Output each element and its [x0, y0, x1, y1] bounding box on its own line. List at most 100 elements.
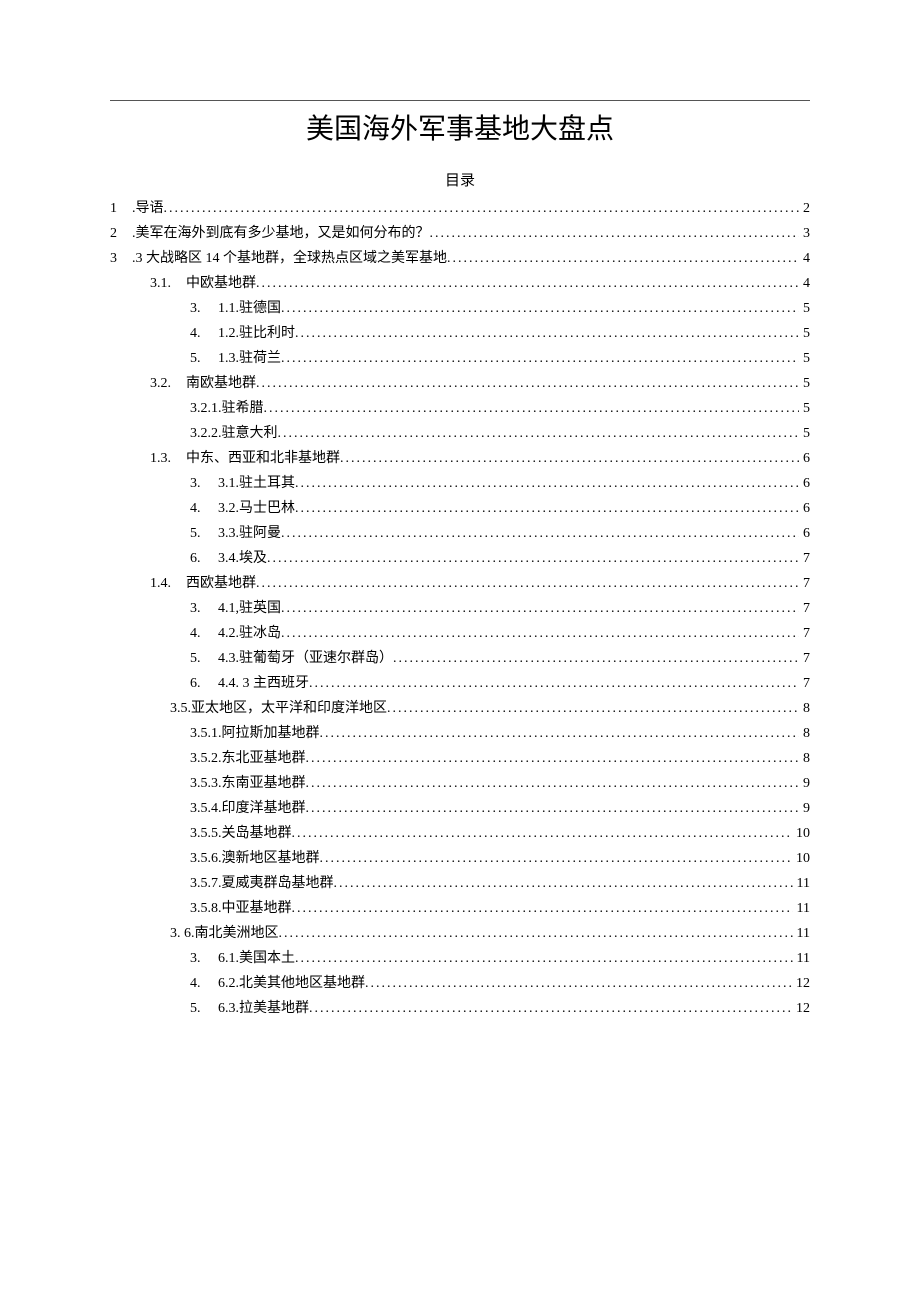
- toc-entry-text: 3.5.1.阿拉斯加基地群: [190, 726, 320, 741]
- toc-entry-number: 5.: [190, 352, 218, 366]
- toc-entry-page: 6: [799, 527, 810, 541]
- toc-leader-dots: [278, 427, 800, 441]
- toc-entry[interactable]: 1.导语2: [110, 196, 810, 221]
- toc-leader-dots: [292, 902, 793, 916]
- toc-entry-page: 11: [793, 877, 810, 891]
- toc-entry[interactable]: 3.3 大战略区 14 个基地群，全球热点区域之美军基地 4: [110, 246, 810, 271]
- top-rule: [110, 100, 810, 101]
- toc-entry[interactable]: 3.5.4.印度洋基地群9: [110, 796, 810, 821]
- toc-entry-text: 6.南北美洲地区: [181, 926, 279, 941]
- toc-entry[interactable]: 3.5.3.东南亚基地群9: [110, 771, 810, 796]
- document-page: 美国海外军事基地大盘点 目录 1.导语22.美军在海外到底有多少基地，又是如何分…: [0, 0, 920, 1101]
- document-title: 美国海外军事基地大盘点: [110, 107, 810, 147]
- toc-entry-page: 7: [799, 677, 810, 691]
- toc-leader-dots: [264, 402, 800, 416]
- toc-entry[interactable]: 5.6.3.拉美基地群12: [110, 996, 810, 1021]
- toc-entry-page: 8: [799, 752, 810, 766]
- toc-entry[interactable]: 3.5.6.澳新地区基地群10: [110, 846, 810, 871]
- toc-entry-text: 3.4.埃及: [218, 551, 267, 566]
- toc-entry[interactable]: 3.5.5.关岛基地群10: [110, 821, 810, 846]
- toc-entry-page: 12: [792, 977, 810, 991]
- toc-entry[interactable]: 4.3.2.马士巴林6: [110, 496, 810, 521]
- toc-entry-label: 3.2.2.驻意大利: [190, 427, 278, 441]
- toc-entry[interactable]: 3.5.2.东北亚基地群 8: [110, 746, 810, 771]
- toc-entry-page: 2: [799, 202, 810, 216]
- toc-entry[interactable]: 3.4.1,驻英国7: [110, 596, 810, 621]
- toc-entry[interactable]: 5.1.3.驻荷兰5: [110, 346, 810, 371]
- toc-leader-dots: [393, 652, 799, 666]
- toc-entry-number: 3: [110, 252, 132, 266]
- toc-entry[interactable]: 6.3.4.埃及7: [110, 546, 810, 571]
- toc-entry-label: 5.4.3.驻葡萄牙（亚速尔群岛）: [190, 652, 393, 666]
- toc-entry[interactable]: 2.美军在海外到底有多少基地，又是如何分布的？ 3: [110, 221, 810, 246]
- toc-entry-text: 6.2.北美其他地区基地群: [218, 976, 365, 991]
- toc-entry[interactable]: 3.2.南欧基地群 5: [110, 371, 810, 396]
- toc-entry-text: 中欧基地群: [186, 276, 256, 291]
- toc-leader-dots: [281, 352, 799, 366]
- toc-entry-page: 5: [799, 327, 810, 341]
- toc-entry-page: 5: [799, 427, 810, 441]
- toc-entry-number: 4.: [190, 327, 218, 341]
- toc-entry-text: 3.5.4.印度洋基地群: [190, 801, 306, 816]
- toc-entry[interactable]: 3.1.1.驻德国 5: [110, 296, 810, 321]
- toc-entry-number: 3.: [190, 952, 218, 966]
- toc-entry-label: 2.美军在海外到底有多少基地，又是如何分布的？: [110, 227, 430, 241]
- toc-entry[interactable]: 3. 6.南北美洲地区 11: [110, 921, 810, 946]
- toc-entry-label: 1.4.西欧基地群: [150, 577, 256, 591]
- toc-leader-dots: [281, 302, 799, 316]
- toc-entry-label: 3.5.4.印度洋基地群: [190, 802, 306, 816]
- toc-leader-dots: [447, 252, 799, 266]
- toc-entry[interactable]: 4.4.2.驻冰岛7: [110, 621, 810, 646]
- toc-entry-label: 1.3.中东、西亚和北非基地群: [150, 452, 340, 466]
- toc-entry[interactable]: 3.5.亚太地区，太平洋和印度洋地区 8: [110, 696, 810, 721]
- toc-leader-dots: [320, 852, 793, 866]
- toc-entry[interactable]: 4.6.2.北美其他地区基地群 12: [110, 971, 810, 996]
- toc-leader-dots: [430, 227, 800, 241]
- toc-entry-label: 3.6.1.美国本土: [190, 952, 295, 966]
- toc-entry-page: 5: [799, 302, 810, 316]
- toc-entry-number: 1.3.: [150, 452, 186, 466]
- toc-entry-text: 6.3.拉美基地群: [218, 1001, 309, 1016]
- toc-leader-dots: [306, 802, 800, 816]
- toc-entry-text: 4.2.驻冰岛: [218, 626, 281, 641]
- toc-entry-text: 3.5.2.东北亚基地群: [190, 751, 306, 766]
- toc-entry-page: 6: [799, 477, 810, 491]
- toc-entry-number: 6.: [190, 677, 218, 691]
- toc-entry[interactable]: 3.2.2.驻意大利 5: [110, 421, 810, 446]
- toc-entry-text: .美军在海外到底有多少基地，又是如何分布的？: [132, 226, 430, 241]
- toc-entry[interactable]: 3.5.8.中亚基地群11: [110, 896, 810, 921]
- toc-entry[interactable]: 3.3.1.驻土耳其 6: [110, 471, 810, 496]
- toc-entry[interactable]: 3.6.1.美国本土11: [110, 946, 810, 971]
- toc-entry-label: 3.3 大战略区 14 个基地群，全球热点区域之美军基地: [110, 252, 447, 266]
- toc-entry-text: 3.5.亚太地区，太平洋和印度洋地区: [170, 701, 387, 716]
- toc-entry[interactable]: 3.1.中欧基地群 4: [110, 271, 810, 296]
- toc-entry[interactable]: 4.1.2.驻比利时 5: [110, 321, 810, 346]
- toc-entry-label: 3.3.1.驻土耳其: [190, 477, 295, 491]
- toc-entry-label: 5.1.3.驻荷兰: [190, 352, 281, 366]
- toc-entry-text: 1.1.驻德国: [218, 301, 281, 316]
- toc-entry-text: 3.5.5.关岛基地群: [190, 826, 292, 841]
- toc-entry-text: 3.5.6.澳新地区基地群: [190, 851, 320, 866]
- toc-entry[interactable]: 5.3.3.驻阿曼6: [110, 521, 810, 546]
- toc-entry[interactable]: 3.5.7.夏威夷群岛基地群11: [110, 871, 810, 896]
- toc-entry[interactable]: 5.4.3.驻葡萄牙（亚速尔群岛） 7: [110, 646, 810, 671]
- toc-entry-label: 3.5.5.关岛基地群: [190, 827, 292, 841]
- toc-entry[interactable]: 1.4.西欧基地群 7: [110, 571, 810, 596]
- toc-entry-number: 3.: [190, 302, 218, 316]
- toc-entry-label: 3.5.2.东北亚基地群: [190, 752, 306, 766]
- toc-entry-text: 4.3.驻葡萄牙（亚速尔群岛）: [218, 651, 393, 666]
- toc-entry-text: 3.2.马士巴林: [218, 501, 295, 516]
- toc-entry[interactable]: 3.5.1.阿拉斯加基地群8: [110, 721, 810, 746]
- toc-entry[interactable]: 1.3.中东、西亚和北非基地群 6: [110, 446, 810, 471]
- toc-entry[interactable]: 6.4.4. 3 主西班牙7: [110, 671, 810, 696]
- toc-leader-dots: [281, 627, 799, 641]
- toc-entry-label: 4.6.2.北美其他地区基地群: [190, 977, 365, 991]
- toc-leader-dots: [387, 702, 799, 716]
- toc-entry-page: 12: [792, 1002, 810, 1016]
- toc-entry[interactable]: 3.2.1.驻希腊5: [110, 396, 810, 421]
- toc-entry-text: .3 大战略区 14 个基地群，全球热点区域之美军基地: [132, 251, 447, 266]
- toc-entry-number: 5.: [190, 527, 218, 541]
- table-of-contents: 1.导语22.美军在海外到底有多少基地，又是如何分布的？ 33.3 大战略区 1…: [110, 196, 810, 1021]
- toc-entry-label: 4.1.2.驻比利时: [190, 327, 295, 341]
- toc-entry-label: 3. 6.南北美洲地区: [170, 927, 279, 941]
